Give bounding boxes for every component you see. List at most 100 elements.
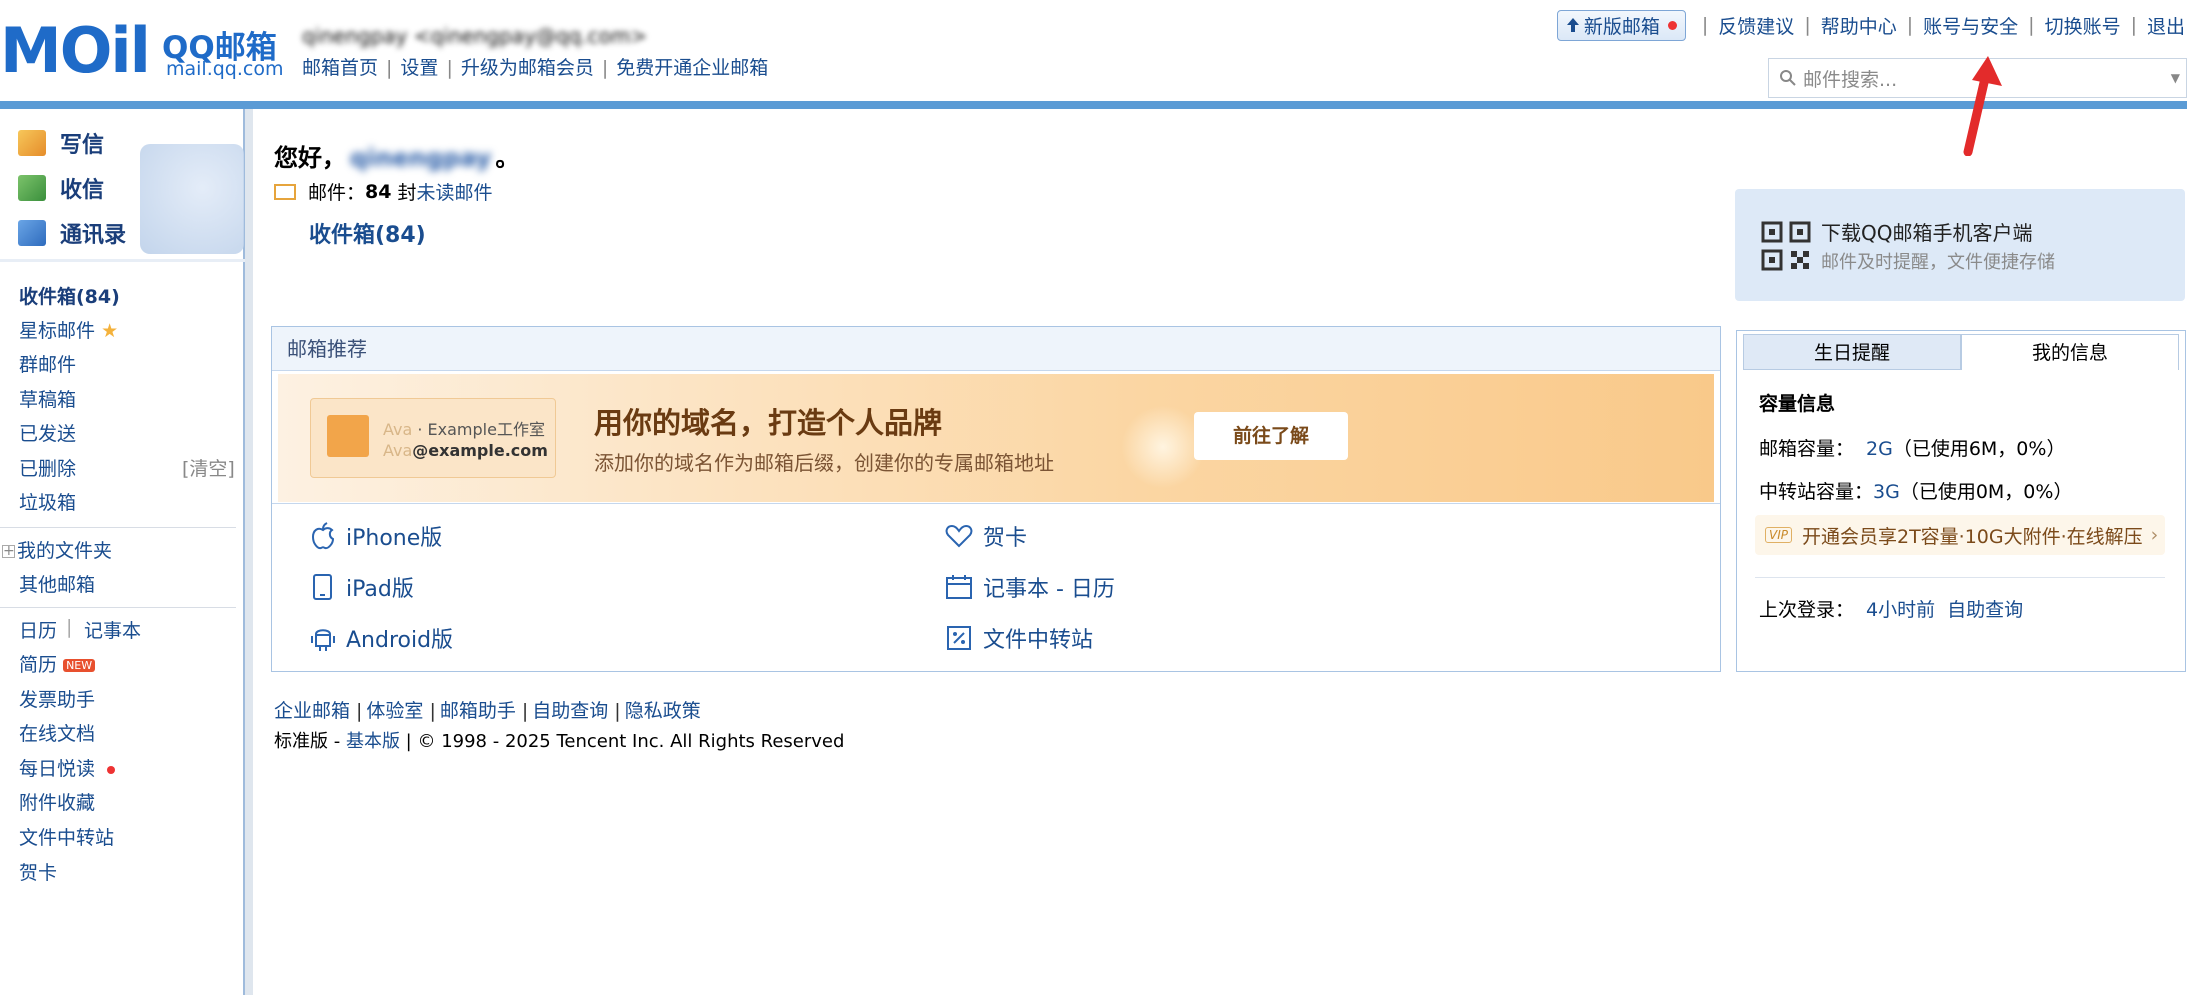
transfer-capacity-row: 中转站容量：3G（已使用0M，0%）	[1759, 477, 2072, 504]
daily-reading-label: 每日悦读	[19, 758, 96, 780]
link-notebook-calendar[interactable]: 记事本 - 日历	[945, 571, 1115, 603]
android-label: Android版	[346, 628, 454, 653]
footer-self-query[interactable]: 自助查询	[532, 700, 608, 722]
app-file-transfer[interactable]: 文件中转站	[19, 823, 114, 850]
recommend-panel: 邮箱推荐 Ava · Example工作室 Ava@example.com 用你…	[271, 326, 1721, 672]
new-version-label: 新版邮箱	[1583, 15, 1660, 38]
divider	[1755, 577, 2165, 578]
vip-upgrade-banner[interactable]: VIP 开通会员享2T容量·10G大附件·在线解压 ›	[1755, 515, 2165, 555]
app-docs[interactable]: 在线文档	[19, 719, 95, 746]
mail-count: 84	[365, 180, 392, 203]
mailbox-capacity-label: 邮箱容量：	[1759, 438, 1855, 460]
transfer-capacity-label: 中转站容量：	[1759, 481, 1874, 503]
account-info: qinengpay <qinengpay@qq.com>	[302, 24, 647, 48]
separator: |	[66, 616, 73, 638]
basic-version-link[interactable]: 基本版	[346, 731, 400, 752]
app-resume[interactable]: 简历 NEW	[19, 650, 96, 677]
resume-label: 简历	[19, 654, 58, 676]
footer-mail-assistant[interactable]: 邮箱助手	[440, 700, 516, 722]
unread-mail-link[interactable]: 未读邮件	[416, 178, 492, 205]
tab-birthday-reminder[interactable]: 生日提醒	[1743, 334, 1961, 370]
link-file-transfer[interactable]: 文件中转站	[945, 622, 1093, 654]
sidebar-splitter[interactable]	[245, 109, 253, 995]
tab-my-info[interactable]: 我的信息	[1961, 334, 2179, 370]
custom-domain-banner[interactable]: Ava · Example工作室 Ava@example.com 用你的域名，打…	[278, 374, 1714, 502]
link-settings[interactable]: 设置	[400, 57, 438, 79]
search-placeholder: 邮件搜索...	[1803, 68, 1898, 91]
logo-mark: MOil	[0, 14, 151, 87]
app-download-card[interactable]: 下载QQ邮箱手机客户端 邮件及时提醒，文件便捷存储	[1735, 189, 2185, 301]
sample-card-line1: Ava · Example工作室	[383, 416, 545, 440]
last-login-value[interactable]: 4小时前	[1866, 599, 1935, 621]
footer-privacy[interactable]: 隐私政策	[625, 700, 701, 722]
folder-drafts[interactable]: 草稿箱	[19, 385, 76, 412]
footer-lab[interactable]: 体验室	[366, 700, 423, 722]
account-name: qinengpay	[302, 24, 408, 48]
up-arrow-icon	[1566, 18, 1579, 32]
mail-unit: 封	[397, 182, 417, 204]
app-daily-reading[interactable]: 每日悦读	[19, 754, 116, 781]
link-android[interactable]: Android版	[310, 622, 453, 654]
clear-deleted-button[interactable]: [清空]	[182, 454, 235, 481]
link-upgrade-vip[interactable]: 升级为邮箱会员	[461, 57, 594, 79]
folder-other-mailbox[interactable]: 其他邮箱	[19, 570, 95, 597]
write-button[interactable]: 写信	[0, 120, 126, 165]
nav-switch-account[interactable]: 切换账号	[2045, 12, 2121, 39]
cards-label: 贺卡	[983, 526, 1028, 551]
annotation-arrow-icon	[1963, 56, 2002, 156]
vip-badge-icon: VIP	[1765, 527, 1792, 543]
app-attachments[interactable]: 附件收藏	[19, 788, 95, 815]
mailbox-capacity-value[interactable]: 2G	[1866, 438, 1893, 460]
link-ipad[interactable]: iPad版	[310, 571, 414, 603]
transfer-capacity-value[interactable]: 3G	[1873, 481, 1900, 503]
folder-deleted[interactable]: 已删除	[19, 454, 76, 481]
sample-domain: @example.com	[412, 441, 548, 460]
info-tabs: 生日提醒 我的信息	[1743, 334, 2179, 370]
qq-mail-logo[interactable]: MOil QQ邮箱 mail.qq.com	[0, 14, 284, 87]
android-icon	[311, 629, 335, 651]
banner-sample-card: Ava · Example工作室 Ava@example.com	[310, 398, 556, 478]
footer-copyright: 标准版 - 基本版 | © 1998 - 2025 Tencent Inc. A…	[274, 731, 845, 752]
top-nav: 新版邮箱 | 反馈建议 | 帮助中心 | 账号与安全 | 切换账号 | 退出	[1556, 9, 2187, 41]
app-invoice[interactable]: 发票助手	[19, 685, 95, 712]
my-folders-label: 我的文件夹	[17, 540, 113, 562]
folder-trash[interactable]: 垃圾箱	[19, 488, 76, 515]
edition-label: 标准版	[274, 731, 328, 752]
expand-plus-icon[interactable]: +	[2, 544, 15, 558]
link-enterprise-mail[interactable]: 免费开通企业邮箱	[616, 57, 768, 79]
app-calendar[interactable]: 日历	[19, 616, 57, 643]
capacity-title: 容量信息	[1759, 393, 1836, 415]
penguin-decoration	[140, 144, 244, 254]
nav-help[interactable]: 帮助中心	[1821, 12, 1897, 39]
top-links: 邮箱首页 | 设置 | 升级为邮箱会员 | 免费开通企业邮箱	[302, 57, 769, 79]
sample-name: Ava	[383, 420, 413, 439]
folder-my-folders[interactable]: + 我的文件夹	[2, 536, 112, 563]
nav-feedback[interactable]: 反馈建议	[1718, 12, 1794, 39]
contacts-button[interactable]: 通讯录	[0, 210, 126, 255]
nav-account-security[interactable]: 账号与安全	[1923, 12, 2018, 39]
file-transfer-label: 文件中转站	[983, 628, 1094, 653]
app-cards[interactable]: 贺卡	[19, 858, 57, 885]
last-login-row: 上次登录： 4小时前 自助查询	[1759, 595, 2023, 622]
search-dropdown-icon[interactable]: ▼	[2171, 71, 2180, 85]
calendar-icon	[946, 575, 972, 599]
folder-sent[interactable]: 已发送	[19, 419, 76, 446]
new-version-button[interactable]: 新版邮箱	[1556, 9, 1686, 41]
folder-starred[interactable]: 星标邮件 ★	[19, 316, 118, 343]
inbox-link[interactable]: 收件箱(84)	[309, 217, 426, 249]
footer-enterprise-mail[interactable]: 企业邮箱	[274, 700, 350, 722]
heart-icon	[945, 524, 973, 548]
self-query-link[interactable]: 自助查询	[1947, 599, 2023, 621]
mailbox-usage: （已使用6M，0%）	[1892, 438, 2066, 460]
folder-group[interactable]: 群邮件	[19, 350, 76, 377]
mail-summary: 邮件： 84 封 未读邮件	[274, 178, 493, 205]
link-iphone[interactable]: iPhone版	[310, 520, 442, 552]
sample-name-2: Ava	[383, 441, 413, 460]
folder-inbox[interactable]: 收件箱(84)	[19, 282, 120, 309]
nav-logout[interactable]: 退出	[2147, 12, 2185, 39]
receive-button[interactable]: 收信	[0, 165, 126, 210]
link-mail-home[interactable]: 邮箱首页	[302, 57, 378, 79]
learn-more-button[interactable]: 前往了解	[1194, 412, 1348, 460]
app-notebook[interactable]: 记事本	[84, 616, 141, 643]
link-cards[interactable]: 贺卡	[945, 520, 1027, 552]
